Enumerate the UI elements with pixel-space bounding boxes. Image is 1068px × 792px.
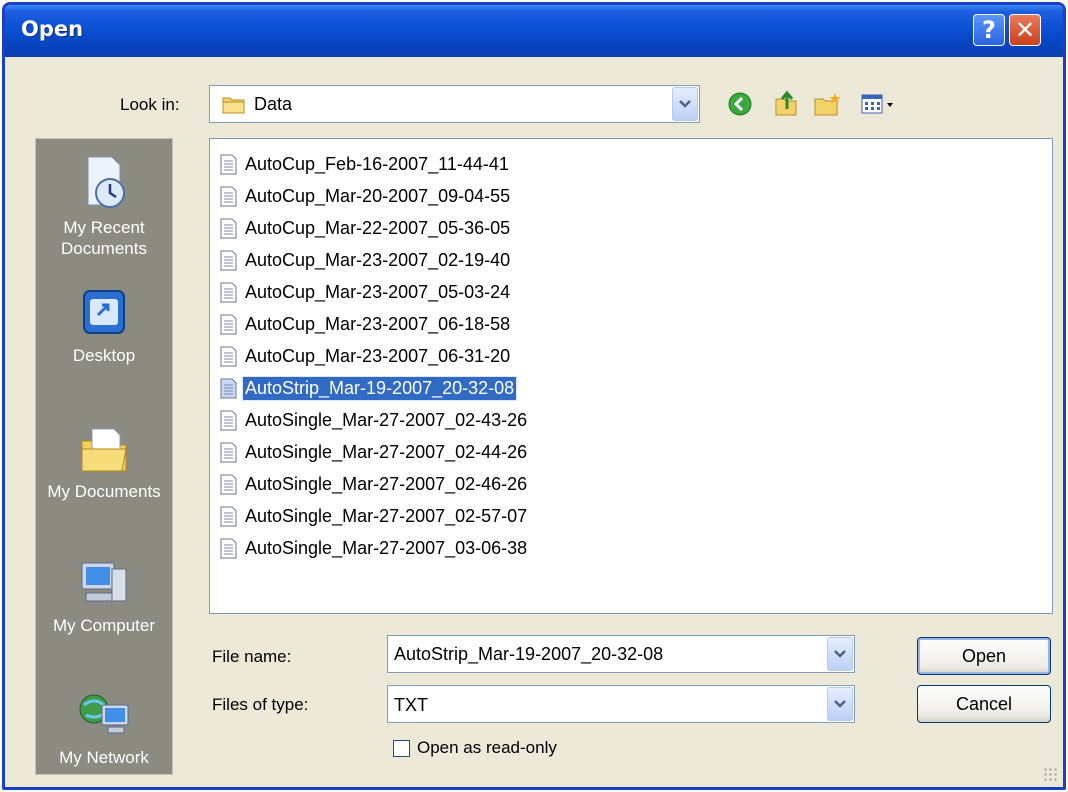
open-dialog: Open ? ✕ Look in: Data My Recent Documen…	[2, 2, 1066, 790]
look-in-dropdown[interactable]: Data	[209, 85, 700, 123]
file-list-item[interactable]: AutoStrip_Mar-19-2007_20-32-08	[220, 375, 518, 401]
read-only-label[interactable]: Open as read-only	[417, 738, 557, 758]
look-in-dropdown-arrow[interactable]	[672, 87, 698, 121]
recent-documents-icon	[87, 156, 125, 208]
file-list-item[interactable]: AutoCup_Mar-23-2007_05-03-24	[220, 279, 512, 305]
text-file-icon	[220, 346, 237, 366]
file-type-value: TXT	[394, 695, 428, 715]
place-label: My Documents	[47, 482, 161, 501]
text-file-icon	[220, 154, 237, 174]
window-title: Open	[21, 17, 84, 41]
text-file-icon	[220, 538, 237, 558]
text-file-icon	[220, 506, 237, 526]
place-label: My Computer	[52, 616, 156, 635]
file-list-item[interactable]: AutoCup_Mar-20-2007_09-04-55	[220, 183, 512, 209]
file-name-text: AutoSingle_Mar-27-2007_02-57-07	[245, 505, 528, 526]
file-name-text: AutoCup_Feb-16-2007_11-44-41	[245, 153, 509, 174]
file-list-item[interactable]: AutoSingle_Mar-27-2007_02-44-26	[220, 439, 529, 465]
file-name-label: File name:	[212, 647, 292, 666]
file-list-item[interactable]: AutoSingle_Mar-27-2007_02-43-26	[220, 407, 529, 433]
title-bar[interactable]: Open ? ✕	[5, 5, 1063, 57]
text-file-icon	[220, 378, 237, 398]
places-bar: My Recent Documents Desktop My Documents	[35, 138, 173, 775]
place-label: My Network	[59, 748, 149, 767]
desktop-icon	[83, 290, 125, 334]
file-list-item[interactable]: AutoSingle_Mar-27-2007_03-06-38	[220, 535, 529, 561]
folder-icon	[222, 97, 245, 114]
file-type-dropdown-arrow[interactable]	[827, 687, 853, 721]
look-in-value: Data	[254, 94, 293, 114]
file-list-item[interactable]: AutoCup_Mar-23-2007_06-31-20	[220, 343, 512, 369]
my-documents-icon	[81, 428, 127, 472]
file-list[interactable]: AutoCup_Feb-16-2007_11-44-41 AutoCup_Mar-…	[209, 138, 1053, 614]
new-folder-icon[interactable]	[813, 91, 843, 122]
text-file-icon	[220, 250, 237, 270]
place-my-network[interactable]: My Network	[36, 687, 172, 768]
help-button[interactable]: ?	[973, 14, 1005, 46]
look-in-label: Look in:	[120, 95, 180, 114]
file-name-dropdown-arrow[interactable]	[827, 637, 853, 671]
files-of-type-label: Files of type:	[212, 695, 309, 714]
file-name-combobox[interactable]: AutoStrip_Mar-19-2007_20-32-08	[387, 635, 855, 673]
place-my-documents[interactable]: My Documents	[36, 421, 172, 502]
text-file-icon	[220, 410, 237, 430]
file-list-item[interactable]: AutoSingle_Mar-27-2007_02-46-26	[220, 471, 529, 497]
file-name-text: AutoCup_Mar-23-2007_05-03-24	[245, 281, 511, 302]
file-name-text: AutoCup_Mar-20-2007_09-04-55	[245, 185, 511, 206]
text-file-icon	[220, 218, 237, 238]
place-desktop[interactable]: Desktop	[36, 285, 172, 366]
close-button[interactable]: ✕	[1009, 14, 1041, 46]
file-list-item[interactable]: AutoCup_Mar-23-2007_06-18-58	[220, 311, 512, 337]
text-file-icon	[220, 442, 237, 462]
up-folder-icon[interactable]	[773, 89, 799, 122]
my-network-icon	[79, 694, 129, 734]
text-file-icon	[220, 186, 237, 206]
cancel-button[interactable]: Cancel	[917, 685, 1051, 723]
file-name-text: AutoSingle_Mar-27-2007_03-06-38	[245, 537, 528, 558]
resize-grip[interactable]	[1043, 767, 1057, 781]
place-my-computer[interactable]: My Computer	[36, 555, 172, 636]
file-name-text: AutoSingle_Mar-27-2007_02-43-26	[245, 409, 528, 430]
file-list-item[interactable]: AutoCup_Feb-16-2007_11-44-41	[220, 151, 511, 177]
file-type-dropdown[interactable]: TXT	[387, 685, 855, 723]
my-computer-icon	[81, 562, 127, 602]
file-name-text: AutoCup_Mar-23-2007_06-18-58	[245, 313, 511, 334]
text-file-icon	[220, 474, 237, 494]
chevron-down-icon	[834, 650, 846, 658]
file-name-text: AutoSingle_Mar-27-2007_02-46-26	[245, 473, 528, 494]
file-name-input[interactable]: AutoStrip_Mar-19-2007_20-32-08	[394, 644, 663, 665]
file-name-text: AutoCup_Mar-23-2007_02-19-40	[245, 249, 511, 270]
place-my-recent-documents[interactable]: My Recent Documents	[36, 153, 172, 259]
place-label: My Recent Documents	[61, 218, 147, 258]
place-label: Desktop	[72, 346, 136, 365]
file-list-item[interactable]: AutoCup_Mar-23-2007_02-19-40	[220, 247, 512, 273]
chevron-down-icon	[834, 700, 846, 708]
file-list-item[interactable]: AutoSingle_Mar-27-2007_02-57-07	[220, 503, 529, 529]
back-arrow-icon[interactable]	[727, 91, 753, 122]
text-file-icon	[220, 314, 237, 334]
file-list-item[interactable]: AutoCup_Mar-22-2007_05-36-05	[220, 215, 512, 241]
text-file-icon	[220, 282, 237, 302]
file-name-text: AutoStrip_Mar-19-2007_20-32-08	[241, 375, 518, 401]
file-name-text: AutoCup_Mar-23-2007_06-31-20	[245, 345, 511, 366]
read-only-checkbox[interactable]	[393, 740, 410, 757]
file-name-text: AutoSingle_Mar-27-2007_02-44-26	[245, 441, 528, 462]
chevron-down-icon	[679, 100, 691, 108]
views-menu-icon[interactable]	[861, 93, 897, 122]
file-name-text: AutoCup_Mar-22-2007_05-36-05	[245, 217, 511, 238]
open-button[interactable]: Open	[917, 637, 1051, 675]
